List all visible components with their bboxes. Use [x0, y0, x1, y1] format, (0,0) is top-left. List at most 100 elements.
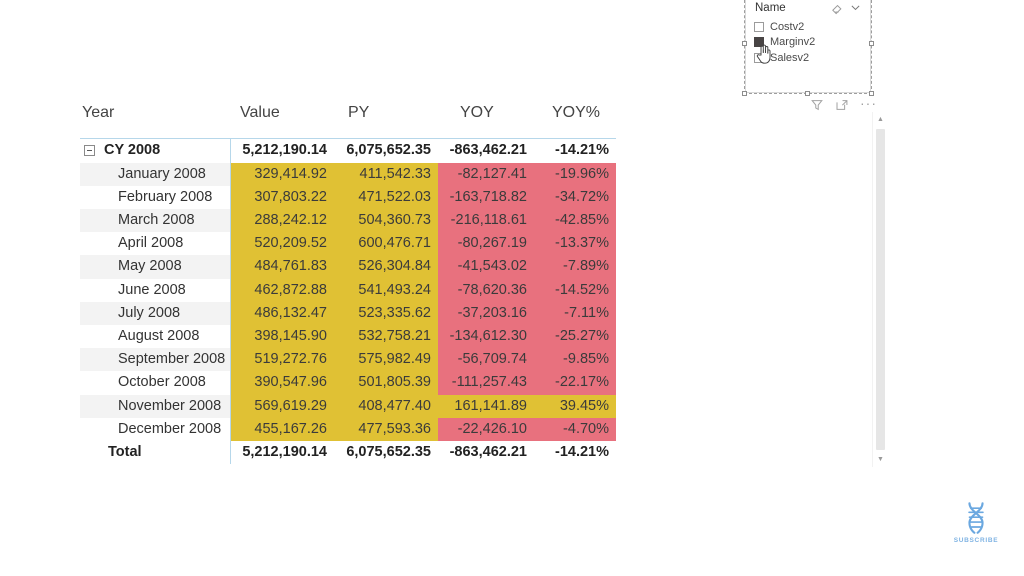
slicer-item-costv2[interactable]: Costv2: [754, 19, 866, 35]
matrix-cell-py[interactable]: 575,982.49: [334, 348, 438, 372]
resize-handle-bottom-left[interactable]: [742, 91, 747, 96]
eraser-icon[interactable]: [830, 1, 844, 15]
matrix-row-label[interactable]: December 2008: [80, 417, 230, 442]
matrix-row[interactable]: July 2008 486,132.47 523,335.62 -37,203.16-…: [80, 301, 616, 326]
slicer-item-salesv2[interactable]: Salesv2: [754, 50, 866, 66]
matrix-cell-value[interactable]: 329,414.92: [229, 162, 334, 186]
matrix-cell-py[interactable]: 541,493.24: [334, 278, 438, 302]
matrix-visual[interactable]: Year Value PY YOY YOY% CY 2008 5,212,190.…: [80, 104, 616, 465]
matrix-cell-value[interactable]: 484,761.83: [229, 255, 334, 279]
matrix-row[interactable]: January 2008 329,414.92 411,542.33 -82,127.…: [80, 162, 616, 186]
checkbox-marginv2[interactable]: [754, 37, 764, 48]
matrix-row-label[interactable]: March 2008: [80, 209, 230, 233]
matrix-row-label[interactable]: February 2008: [80, 185, 230, 210]
filter-icon[interactable]: [810, 98, 824, 112]
matrix-cell-yoy-pct[interactable]: -7.11%: [534, 301, 616, 326]
matrix-row[interactable]: October 2008 390,547.96 501,805.39 -111,257…: [80, 371, 616, 395]
resize-handle-middle-right[interactable]: [869, 41, 874, 46]
matrix-cell-yoy-pct[interactable]: -42.85%: [534, 209, 616, 233]
matrix-row[interactable]: June 2008 462,872.88 541,493.24 -78,620.36-…: [80, 278, 616, 302]
matrix-cell-py[interactable]: 411,542.33: [334, 162, 438, 186]
matrix-total-yoy[interactable]: -863,462.21: [438, 441, 534, 465]
matrix-cell-py[interactable]: 408,477.40: [334, 394, 438, 418]
collapse-icon[interactable]: [84, 145, 95, 157]
column-header-yoy-pct[interactable]: YOY%: [534, 104, 616, 139]
checkbox-salesv2[interactable]: [754, 52, 764, 63]
matrix-row-label[interactable]: May 2008: [80, 255, 230, 279]
matrix-summary-value[interactable]: 5,212,190.14: [229, 137, 334, 163]
matrix-cell-py[interactable]: 504,360.73: [334, 209, 438, 233]
matrix-cell-yoy-pct[interactable]: -13.37%: [534, 232, 616, 256]
resize-handle-bottom-center[interactable]: [805, 91, 810, 96]
slicer-item-list[interactable]: Costv2 Marginv2 Salesv2: [754, 19, 866, 66]
matrix-cell-yoy[interactable]: -134,612.30: [438, 325, 534, 349]
matrix-cell-yoy[interactable]: -216,118.61: [438, 209, 534, 233]
matrix-row[interactable]: May 2008 484,761.83 526,304.84 -41,543.02 -7…: [80, 255, 616, 279]
matrix-summary-row[interactable]: CY 2008 5,212,190.14 6,075,652.35 -863,462.…: [80, 137, 616, 163]
matrix-row[interactable]: December 2008 455,167.26 477,593.36 -22,426…: [80, 417, 616, 442]
matrix-row[interactable]: March 2008 288,242.12 504,360.73 -216,118.6…: [80, 209, 616, 233]
matrix-cell-yoy[interactable]: -82,127.41: [438, 162, 534, 186]
matrix-summary-row-label[interactable]: CY 2008: [80, 137, 230, 163]
matrix-cell-yoy[interactable]: -41,543.02: [438, 255, 534, 279]
matrix-cell-yoy-pct[interactable]: -19.96%: [534, 162, 616, 186]
matrix-cell-yoy[interactable]: -80,267.19: [438, 232, 534, 256]
matrix-cell-yoy-pct[interactable]: -22.17%: [534, 371, 616, 395]
matrix-row[interactable]: August 2008 398,145.90 532,758.21 -134,612.…: [80, 325, 616, 349]
matrix-summary-py[interactable]: 6,075,652.35: [334, 137, 438, 163]
matrix-cell-value[interactable]: 519,272.76: [229, 348, 334, 372]
scrollbar-up-arrow[interactable]: ▲: [873, 112, 888, 127]
matrix-scrollbar[interactable]: ▲ ▼: [872, 112, 888, 467]
matrix-cell-yoy[interactable]: -78,620.36: [438, 278, 534, 302]
column-header-year[interactable]: Year: [80, 104, 230, 139]
matrix-cell-py[interactable]: 471,522.03: [334, 185, 438, 210]
column-header-py[interactable]: PY: [334, 104, 438, 139]
focus-mode-icon[interactable]: [835, 98, 849, 112]
matrix-summary-yoy-pct[interactable]: -14.21%: [534, 137, 616, 163]
matrix-total-py[interactable]: 6,075,652.35: [334, 441, 438, 465]
matrix-row[interactable]: April 2008 520,209.52 600,476.71 -80,267.19…: [80, 232, 616, 256]
matrix-cell-yoy[interactable]: -111,257.43: [438, 371, 534, 395]
matrix-row-label[interactable]: September 2008: [80, 348, 230, 372]
name-slicer-visual[interactable]: Name Costv2 Marginv2 Salesv2: [742, 0, 874, 96]
matrix-row-label[interactable]: August 2008: [80, 325, 230, 349]
matrix-cell-value[interactable]: 455,167.26: [229, 417, 334, 442]
matrix-row-label[interactable]: November 2008: [80, 394, 230, 418]
matrix-cell-py[interactable]: 526,304.84: [334, 255, 438, 279]
matrix-cell-yoy-pct[interactable]: -34.72%: [534, 185, 616, 210]
matrix-cell-py[interactable]: 477,593.36: [334, 417, 438, 442]
matrix-row-label[interactable]: January 2008: [80, 162, 230, 186]
matrix-cell-yoy-pct[interactable]: -25.27%: [534, 325, 616, 349]
scrollbar-down-arrow[interactable]: ▼: [873, 452, 888, 467]
matrix-total-row[interactable]: Total 5,212,190.14 6,075,652.35 -863,462.21…: [80, 441, 616, 465]
matrix-cell-value[interactable]: 520,209.52: [229, 232, 334, 256]
more-options-icon[interactable]: ···: [860, 96, 876, 112]
matrix-row-label[interactable]: June 2008: [80, 278, 230, 302]
matrix-cell-value[interactable]: 486,132.47: [229, 301, 334, 326]
matrix-cell-yoy[interactable]: 161,141.89: [438, 394, 534, 418]
column-header-value[interactable]: Value: [230, 104, 334, 139]
checkbox-costv2[interactable]: [754, 21, 764, 32]
chevron-down-icon[interactable]: [849, 1, 862, 14]
matrix-cell-value[interactable]: 288,242.12: [229, 209, 334, 233]
matrix-row[interactable]: February 2008 307,803.22 471,522.03 -163,71…: [80, 185, 616, 210]
matrix-cell-value[interactable]: 390,547.96: [229, 371, 334, 395]
matrix-row[interactable]: September 2008 519,272.76 575,982.49 -56,70…: [80, 348, 616, 372]
column-header-yoy[interactable]: YOY: [438, 104, 534, 139]
scrollbar-thumb[interactable]: [876, 129, 885, 450]
resize-handle-bottom-right[interactable]: [869, 91, 874, 96]
matrix-cell-value[interactable]: 307,803.22: [229, 185, 334, 210]
matrix-cell-yoy-pct[interactable]: 39.45%: [534, 394, 616, 418]
matrix-cell-py[interactable]: 600,476.71: [334, 232, 438, 256]
matrix-table[interactable]: Year Value PY YOY YOY% CY 2008 5,212,190.…: [80, 104, 616, 465]
matrix-cell-value[interactable]: 398,145.90: [229, 325, 334, 349]
matrix-cell-yoy[interactable]: -56,709.74: [438, 348, 534, 372]
matrix-row-label[interactable]: October 2008: [80, 371, 230, 395]
matrix-row-label[interactable]: July 2008: [80, 301, 230, 326]
matrix-row-label[interactable]: April 2008: [80, 232, 230, 256]
matrix-summary-yoy[interactable]: -863,462.21: [438, 137, 534, 163]
matrix-cell-yoy-pct[interactable]: -14.52%: [534, 278, 616, 302]
slicer-item-marginv2[interactable]: Marginv2: [754, 35, 866, 51]
visual-header-icons[interactable]: ···: [810, 96, 876, 112]
resize-handle-middle-left[interactable]: [742, 41, 747, 46]
